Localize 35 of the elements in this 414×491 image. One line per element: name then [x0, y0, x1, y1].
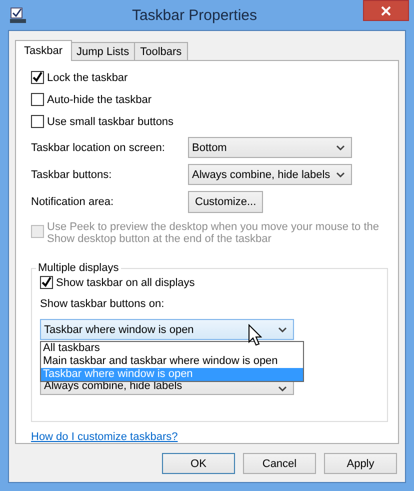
checkbox-label: Lock the taskbar — [47, 72, 128, 84]
field-label: Show taskbar buttons on: — [40, 298, 166, 310]
dropdown-option[interactable]: Main taskbar and taskbar where window is open — [41, 355, 303, 368]
checkbox[interactable] — [31, 115, 44, 128]
checkbox[interactable] — [40, 276, 53, 289]
setting-label: Taskbar location on screen: — [31, 142, 166, 154]
close-button[interactable] — [363, 0, 409, 21]
chevron-icon — [336, 172, 345, 178]
tab[interactable]: Jump Lists — [70, 42, 136, 60]
dropdown[interactable]: Bottom — [188, 137, 352, 158]
chevron-icon — [278, 386, 287, 392]
tab[interactable]: Taskbar — [15, 40, 72, 61]
dialog-button[interactable]: Cancel — [243, 453, 316, 474]
checkbox[interactable] — [31, 93, 44, 106]
chevron-icon — [336, 144, 345, 150]
setting-label: Taskbar buttons: — [31, 168, 113, 180]
chevron-icon — [278, 326, 287, 332]
window-title: Taskbar Properties — [130, 6, 258, 24]
tab[interactable]: Toolbars — [134, 42, 188, 60]
group-title: Multiple displays — [37, 262, 120, 274]
app-icon — [10, 7, 26, 23]
dropdown[interactable]: Taskbar where window is open — [40, 319, 294, 340]
checkbox-label: Auto-hide the taskbar — [47, 94, 152, 106]
dialog-button[interactable]: Apply — [324, 453, 397, 474]
checkbox-label: Show taskbar on all displays — [56, 276, 195, 288]
help-link[interactable]: How do I customize taskbars? — [31, 431, 178, 443]
setting-label: Notification area: — [31, 196, 115, 208]
checkbox-label: Use Peek to preview the desktop when you move your mouse to the Show desktop button at the end of the taskbar — [47, 221, 380, 245]
checkbox-label: Use small taskbar buttons — [47, 116, 174, 128]
checkbox[interactable] — [31, 71, 44, 84]
customize-button[interactable]: Customize... — [188, 191, 264, 213]
close-icon — [381, 6, 391, 16]
dropdown[interactable]: Always combine, hide labels — [188, 164, 352, 185]
dropdown-option[interactable]: All taskbars — [41, 342, 303, 355]
dialog-button[interactable]: OK — [162, 453, 235, 474]
